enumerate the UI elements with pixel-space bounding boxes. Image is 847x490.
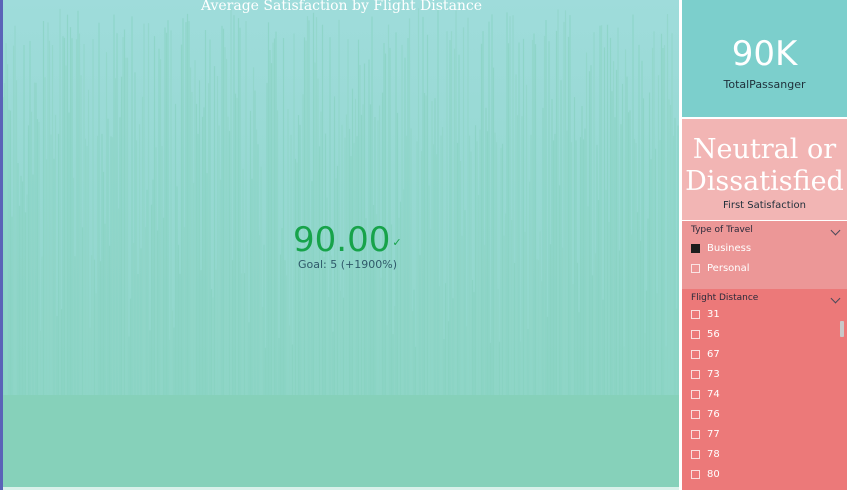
checkbox[interactable]	[691, 390, 700, 399]
card-value: 90K	[731, 34, 798, 74]
chart-title: Average Satisfaction by Flight Distance	[200, 0, 483, 14]
option-label: 76	[707, 409, 720, 420]
kpi-goal: Goal: 5 (+1900%)	[298, 258, 397, 271]
scrollbar-thumb[interactable]	[840, 321, 844, 337]
slicer-option-personal[interactable]: Personal	[682, 259, 847, 279]
checkmark-icon: ✓	[392, 236, 402, 249]
slicer-header[interactable]: Type of Travel	[682, 221, 847, 239]
checkbox[interactable]	[691, 370, 700, 379]
slicer-option[interactable]: 77	[682, 425, 847, 445]
option-label: 80	[707, 469, 720, 480]
option-label: 74	[707, 389, 720, 400]
slicer-option[interactable]: 73	[682, 365, 847, 385]
kpi-value: 90.00	[293, 220, 391, 260]
option-label: 77	[707, 429, 720, 440]
checkbox-checked[interactable]	[691, 244, 700, 253]
option-label: 67	[707, 349, 720, 360]
card-value: Neutral or Dissatisfied	[685, 134, 844, 197]
checkbox[interactable]	[691, 410, 700, 419]
option-label: 78	[707, 449, 720, 460]
slicer-option[interactable]: 56	[682, 325, 847, 345]
slicer-option[interactable]: 78	[682, 445, 847, 465]
option-label: Business	[707, 243, 752, 254]
slicer-option[interactable]: 80	[682, 465, 847, 485]
slicer-option-business[interactable]: Business	[682, 239, 847, 259]
first-satisfaction-card[interactable]: Neutral or Dissatisfied First Satisfacti…	[682, 119, 847, 220]
slicer-option[interactable]: 76	[682, 405, 847, 425]
option-label: 73	[707, 369, 720, 380]
checkbox[interactable]	[691, 264, 700, 273]
chevron-down-icon[interactable]	[830, 225, 841, 236]
option-label: Personal	[707, 263, 750, 274]
slicer-option[interactable]: 31	[682, 305, 847, 325]
card-label: TotalPassanger	[723, 78, 806, 91]
flight-distance-slicer[interactable]: Flight Distance 31 56 67 73 74 76 77 78 …	[682, 289, 847, 490]
checkbox[interactable]	[691, 310, 700, 319]
checkbox[interactable]	[691, 470, 700, 479]
checkbox[interactable]	[691, 330, 700, 339]
chevron-down-icon[interactable]	[830, 293, 841, 304]
option-label: 31	[707, 309, 720, 320]
type-of-travel-slicer[interactable]: Type of Travel Business Personal	[682, 221, 847, 289]
slicer-option-list[interactable]: 31 56 67 73 74 76 77 78 80	[682, 305, 847, 485]
checkbox[interactable]	[691, 350, 700, 359]
total-passenger-card[interactable]: 90K TotalPassanger	[682, 0, 847, 117]
checkbox[interactable]	[691, 450, 700, 459]
checkbox[interactable]	[691, 430, 700, 439]
slicer-title: Type of Travel	[691, 225, 753, 235]
option-label: 56	[707, 329, 720, 340]
slicer-title: Flight Distance	[691, 293, 759, 303]
kpi-visual[interactable]: 90.00 ✓ Goal: 5 (+1900%)	[293, 220, 402, 271]
slicer-option[interactable]: 67	[682, 345, 847, 365]
card-label: First Satisfaction	[723, 200, 806, 211]
area-base	[3, 395, 679, 488]
slicer-option[interactable]: 74	[682, 385, 847, 405]
